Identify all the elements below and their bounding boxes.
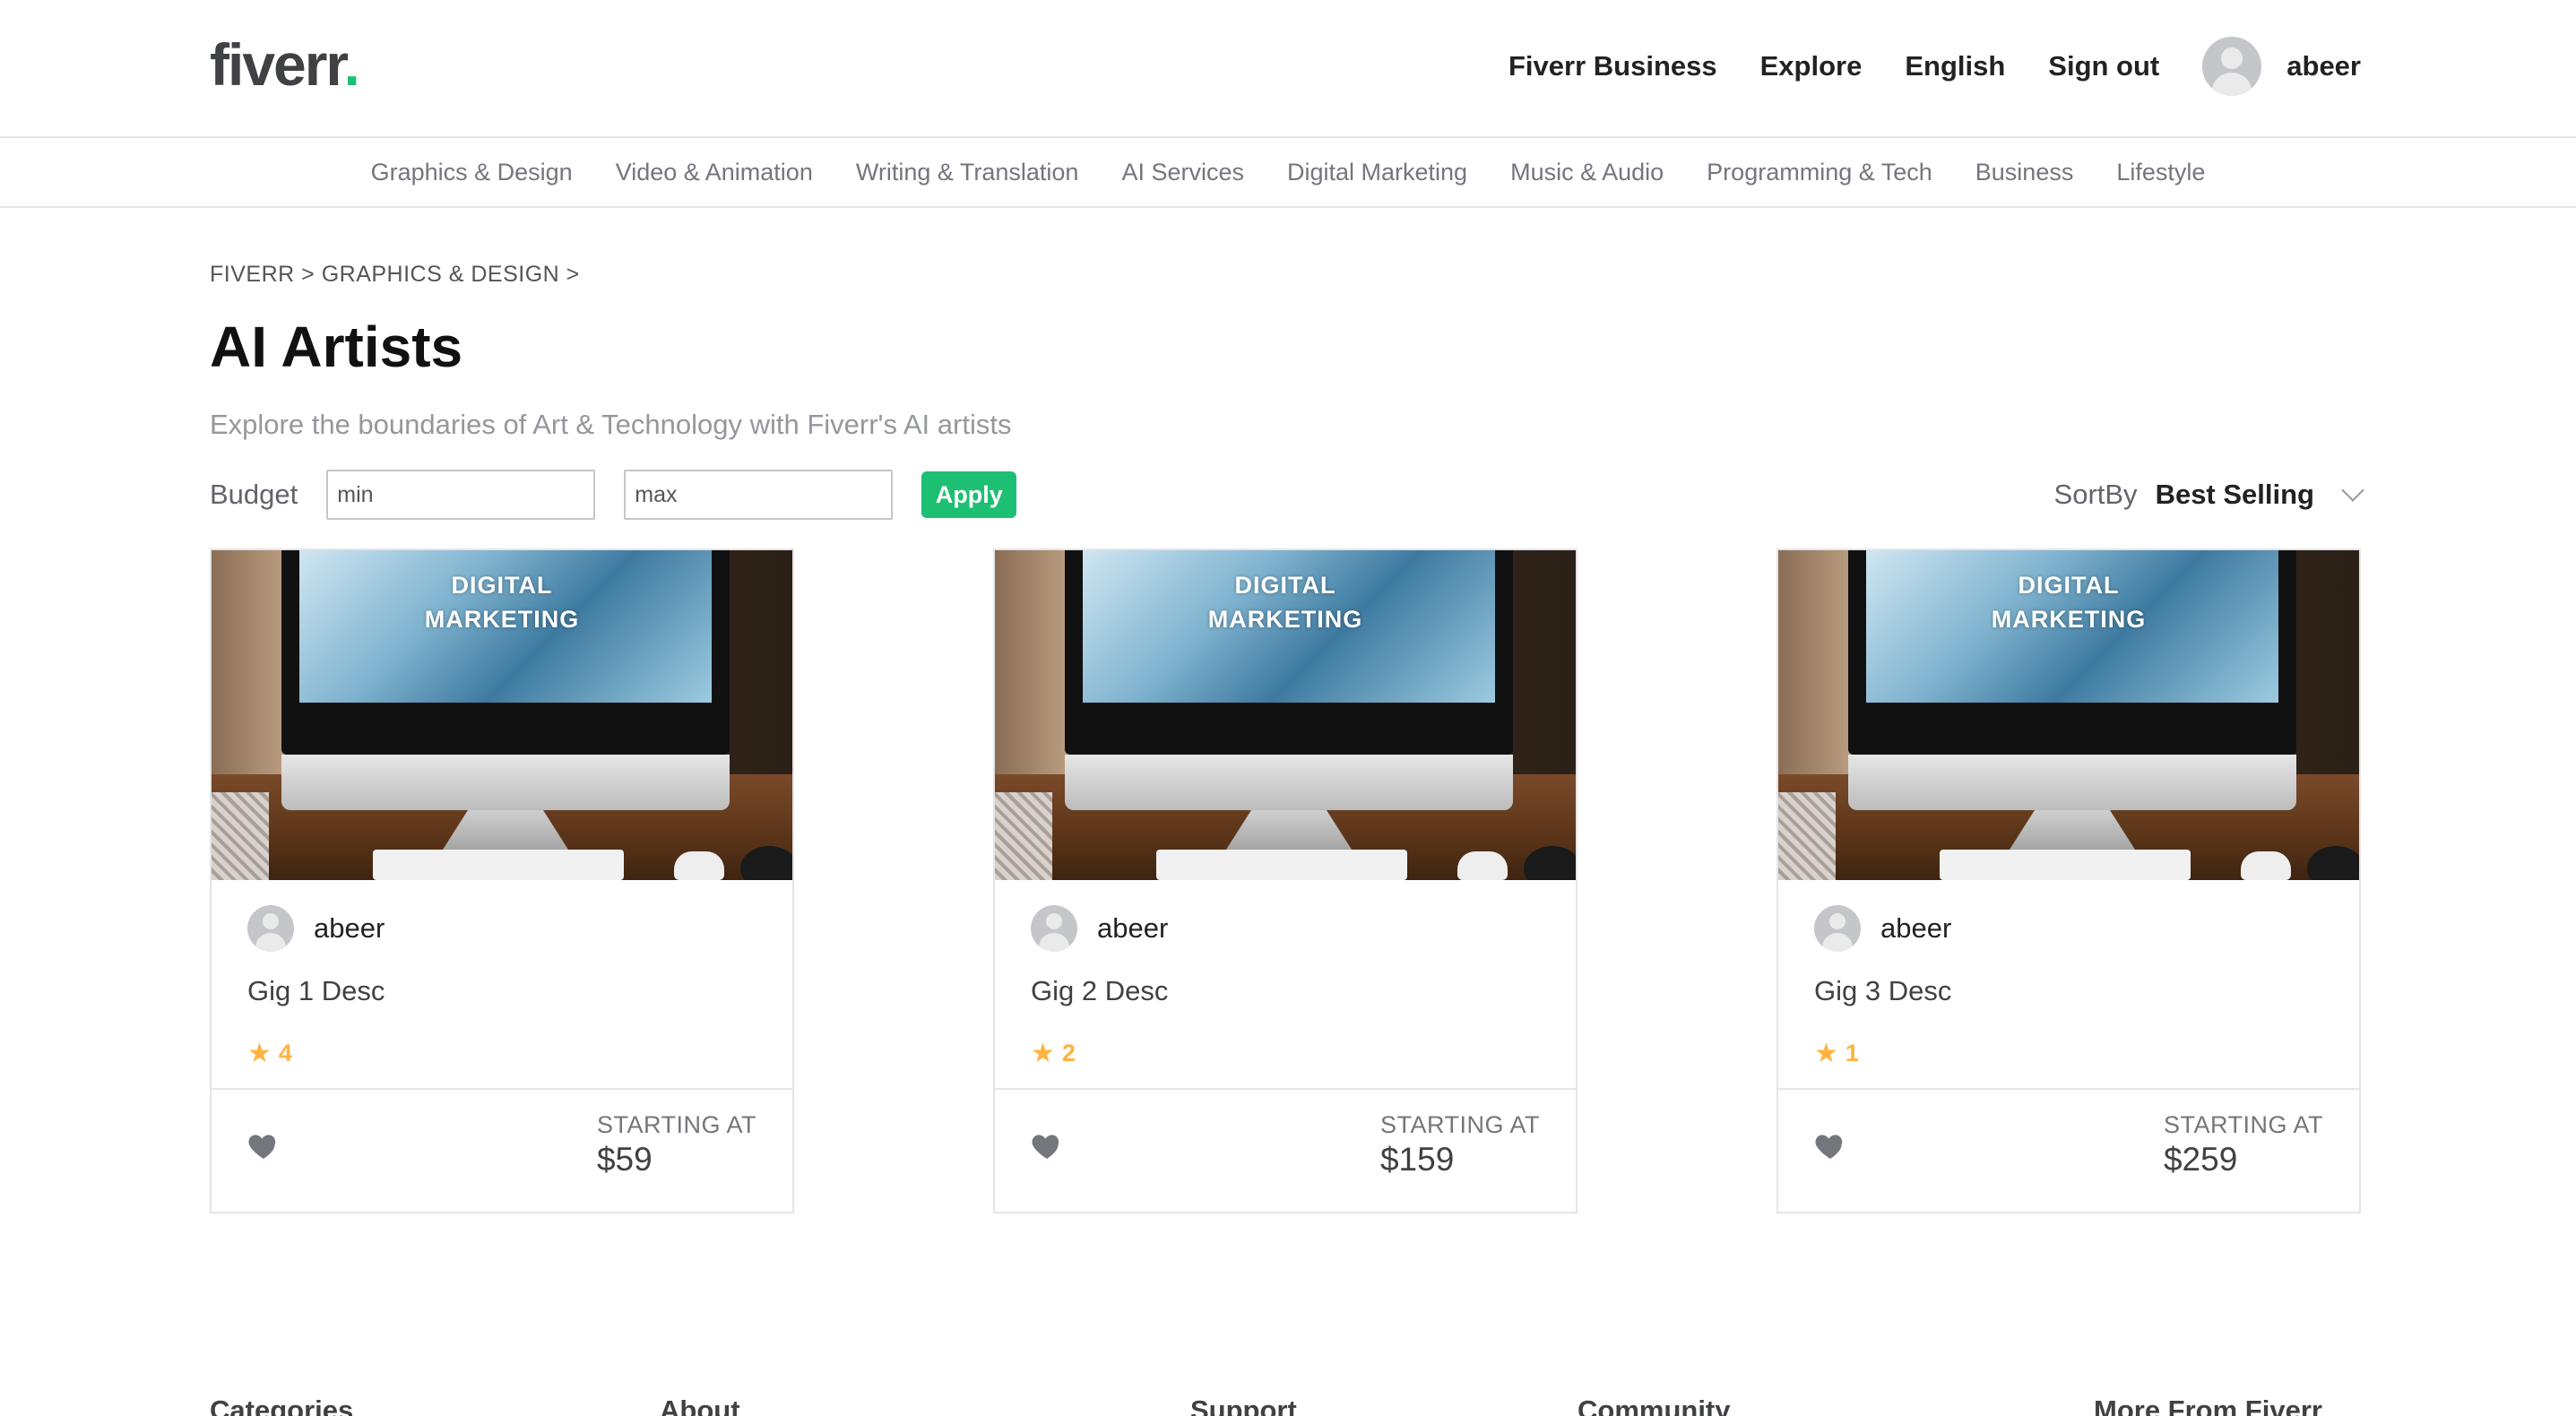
footer-heading-categories: Categories [210, 1394, 354, 1416]
seller-info: abeer [1031, 905, 1168, 952]
footer: Categories About Support Community More … [0, 1394, 2576, 1416]
card-footer: STARTING AT $159 [995, 1088, 1576, 1212]
sort-dropdown[interactable]: Best Selling [2156, 479, 2314, 511]
price-value: $259 [2163, 1141, 2238, 1178]
price-value: $159 [1379, 1141, 1455, 1178]
footer-heading-more-from-fiverr: More From Fiverr [2094, 1394, 2322, 1416]
avatar-icon [247, 905, 294, 952]
gig-description[interactable]: Gig 2 Desc [1031, 975, 1168, 1007]
star-icon: ★ [1031, 1038, 1055, 1068]
logo-text: fiverr [210, 31, 345, 98]
breadcrumb-fiverr[interactable]: FIVERR [210, 262, 295, 287]
category-programming-tech[interactable]: Programming & Tech [1707, 159, 1932, 186]
image-caption: DIGITAL [2018, 572, 2120, 599]
category-graphics-design[interactable]: Graphics & Design [371, 159, 573, 186]
breadcrumb-separator: > [301, 262, 316, 287]
nav-language[interactable]: English [1905, 50, 2005, 82]
heart-icon[interactable] [246, 1127, 281, 1163]
gig-image[interactable]: DIGITAL MARKETING [212, 550, 792, 880]
seller-info: abeer [247, 905, 385, 952]
gig-card[interactable]: DIGITAL MARKETING abeer Gig 2 Desc ★ 2 S… [993, 548, 1578, 1213]
rating-value: 1 [1845, 1040, 1859, 1066]
image-caption: MARKETING [1991, 606, 2147, 633]
nav-sign-out[interactable]: Sign out [2048, 50, 2159, 82]
gig-description[interactable]: Gig 1 Desc [247, 975, 385, 1007]
seller-name[interactable]: abeer [1097, 912, 1168, 945]
budget-label: Budget [210, 479, 298, 510]
rating-value: 2 [1061, 1040, 1076, 1066]
apply-button[interactable]: Apply [921, 471, 1017, 518]
nav-explore[interactable]: Explore [1760, 50, 1863, 82]
category-lifestyle[interactable]: Lifestyle [2116, 159, 2205, 186]
rating-value: 4 [278, 1040, 292, 1066]
category-menu: Graphics & Design Video & Animation Writ… [0, 138, 2576, 208]
star-icon: ★ [247, 1038, 272, 1068]
top-header: fiverr. Fiverr Business Explore English … [0, 0, 2576, 138]
avatar-icon [2202, 37, 2262, 96]
page-subtitle: Explore the boundaries of Art & Technolo… [210, 409, 1012, 440]
gig-card[interactable]: DIGITAL MARKETING abeer Gig 1 Desc ★ 4 S… [210, 548, 794, 1213]
chevron-down-icon[interactable] [2341, 479, 2364, 502]
avatar-icon [1814, 905, 1861, 952]
heart-icon[interactable] [1029, 1127, 1065, 1163]
seller-info: abeer [1814, 905, 1951, 952]
price-block: STARTING AT $159 [1380, 1111, 1540, 1179]
category-music-audio[interactable]: Music & Audio [1510, 159, 1664, 186]
seller-name[interactable]: abeer [1880, 912, 1951, 945]
gig-image[interactable]: DIGITAL MARKETING [1778, 550, 2359, 880]
gig-image[interactable]: DIGITAL MARKETING [995, 550, 1576, 880]
gig-rating: ★ 4 [247, 1040, 292, 1067]
fiverr-logo[interactable]: fiverr. [210, 30, 360, 99]
card-footer: STARTING AT $59 [212, 1088, 792, 1212]
sort-control: SortBy Best Selling [2053, 470, 2364, 520]
price-block: STARTING AT $59 [597, 1111, 756, 1179]
logo-dot: . [343, 31, 359, 98]
price-label: STARTING AT [2163, 1111, 2323, 1138]
budget-max-input[interactable] [624, 470, 894, 520]
gig-rating: ★ 2 [1031, 1040, 1076, 1067]
breadcrumb-graphics-design[interactable]: GRAPHICS & DESIGN [322, 262, 560, 287]
image-caption: DIGITAL [1234, 572, 1336, 599]
heart-icon[interactable] [1812, 1127, 1848, 1163]
price-value: $59 [596, 1141, 653, 1178]
seller-name[interactable]: abeer [314, 912, 385, 945]
category-business[interactable]: Business [1975, 159, 2074, 186]
sort-label: SortBy [2053, 479, 2138, 510]
card-footer: STARTING AT $259 [1778, 1088, 2359, 1212]
image-caption: MARKETING [1207, 606, 1363, 633]
footer-heading-community: Community [1578, 1394, 1731, 1416]
gig-rating: ★ 1 [1814, 1040, 1859, 1067]
image-caption: MARKETING [424, 606, 580, 633]
category-ai-services[interactable]: AI Services [1121, 159, 1244, 186]
budget-min-input[interactable] [326, 470, 596, 520]
header-username: abeer [2286, 50, 2361, 82]
footer-heading-about: About [660, 1394, 740, 1416]
category-video-animation[interactable]: Video & Animation [616, 159, 813, 186]
page-title: AI Artists [210, 315, 463, 379]
nav-fiverr-business[interactable]: Fiverr Business [1508, 50, 1717, 82]
avatar-icon [1031, 905, 1077, 952]
price-label: STARTING AT [596, 1111, 756, 1138]
breadcrumb-separator: > [566, 262, 580, 287]
price-label: STARTING AT [1379, 1111, 1540, 1138]
image-caption: DIGITAL [451, 572, 553, 599]
header-nav: Fiverr Business Explore English Sign out… [1508, 0, 2361, 133]
category-digital-marketing[interactable]: Digital Marketing [1287, 159, 1467, 186]
category-writing-translation[interactable]: Writing & Translation [856, 159, 1079, 186]
user-menu[interactable]: abeer [2202, 37, 2361, 96]
gig-card[interactable]: DIGITAL MARKETING abeer Gig 3 Desc ★ 1 S… [1776, 548, 2361, 1213]
gig-description[interactable]: Gig 3 Desc [1814, 975, 1951, 1007]
budget-filter: Budget Apply [210, 470, 1017, 520]
footer-heading-support: Support [1190, 1394, 1297, 1416]
breadcrumb: FIVERR > GRAPHICS & DESIGN > [210, 262, 580, 288]
star-icon: ★ [1814, 1038, 1838, 1068]
price-block: STARTING AT $259 [2164, 1111, 2323, 1179]
